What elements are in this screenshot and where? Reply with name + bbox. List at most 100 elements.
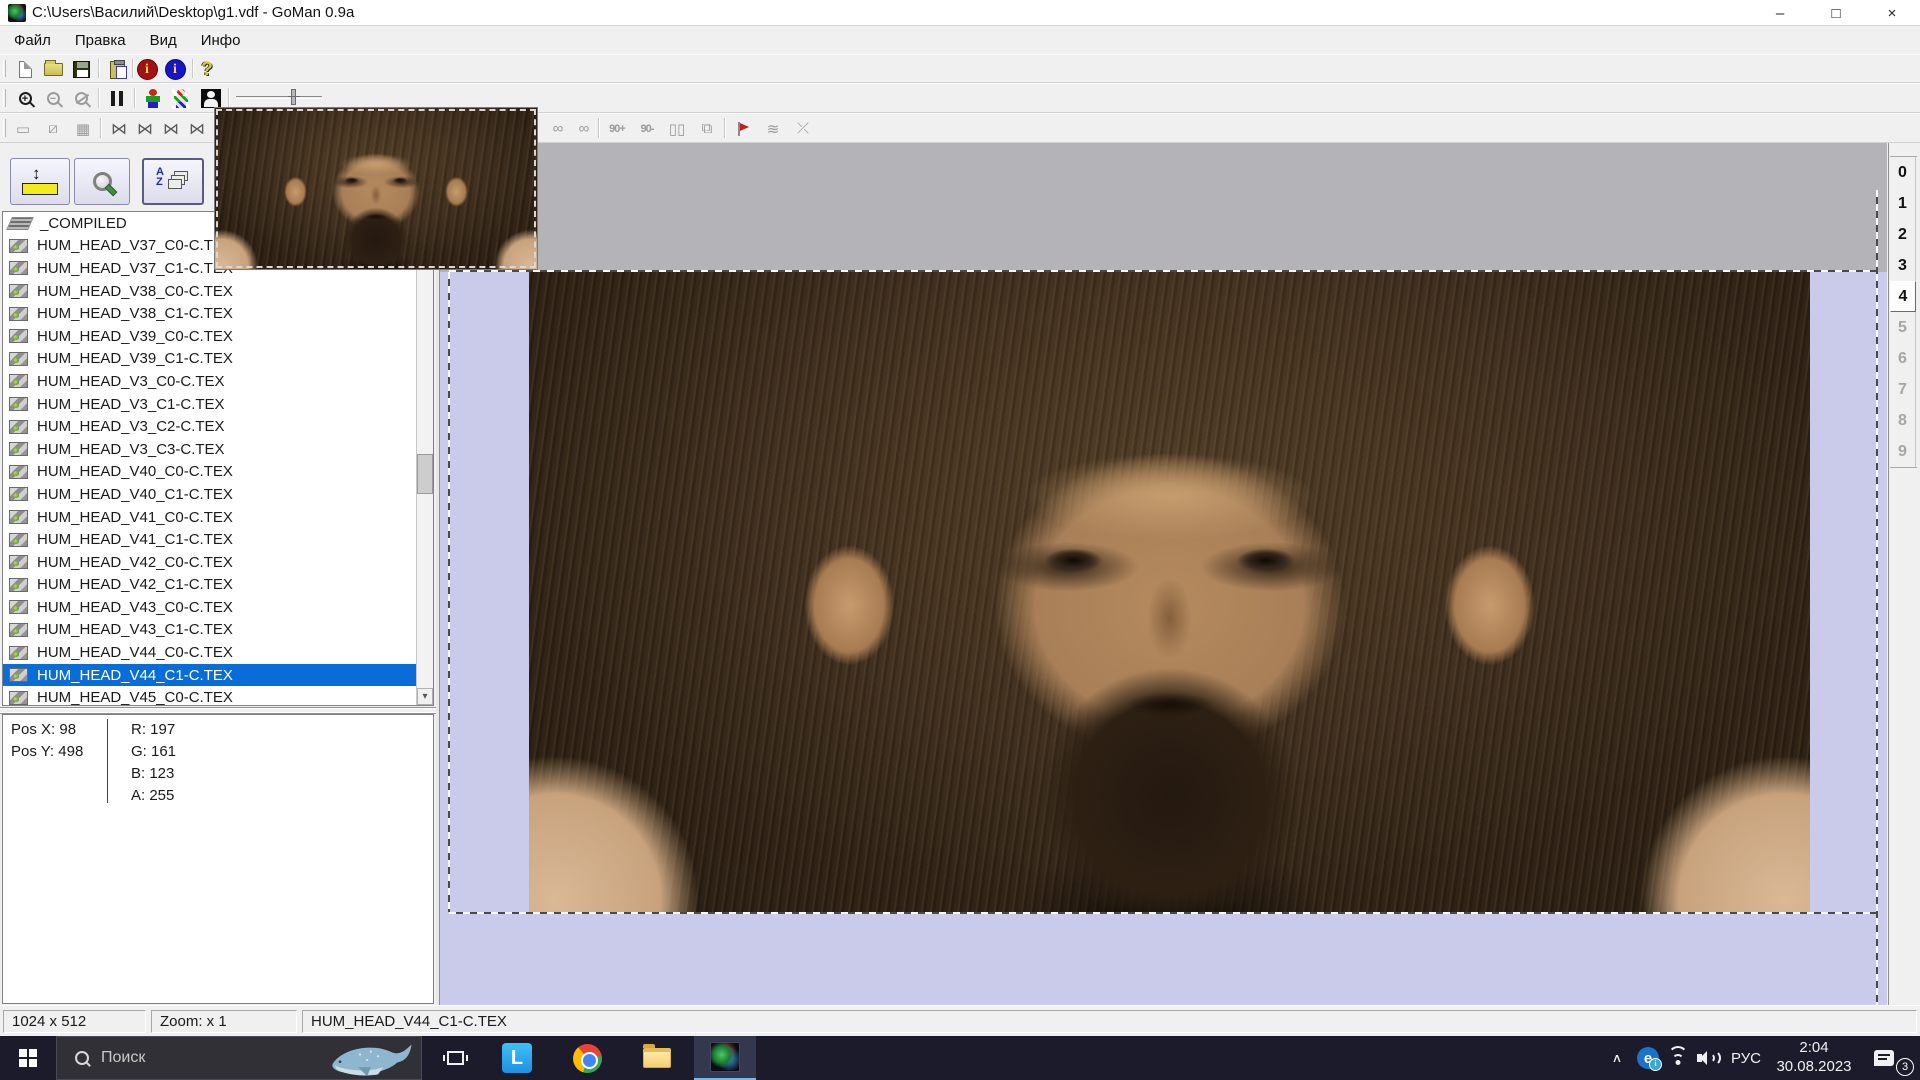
list-item[interactable]: HUM_HEAD_V39_C0-C.TEX [3, 325, 416, 348]
close-button[interactable]: × [1864, 0, 1920, 26]
height-tool-button[interactable]: ↕ [10, 158, 70, 205]
list-item-label: HUM_HEAD_V39_C0-C.TEX [37, 328, 233, 345]
selection-dash-bottom [449, 912, 1878, 914]
list-item[interactable]: HUM_HEAD_V40_C1-C.TEX [3, 483, 416, 506]
tray-volume[interactable] [1694, 1036, 1724, 1080]
mip-level-3[interactable]: 3 [1890, 250, 1916, 281]
windows-taskbar: Поиск L ∧ e РУС 2:04 30.08.2023 3 [0, 1036, 1920, 1080]
list-scrollbar[interactable]: ▴ ▾ [416, 212, 433, 705]
figure-color-icon [145, 89, 161, 108]
mip-level-1[interactable]: 1 [1890, 188, 1916, 219]
taskbar-goman-active[interactable] [694, 1036, 756, 1080]
list-item-label: HUM_HEAD_V41_C1-C.TEX [37, 531, 233, 548]
clock-date: 30.08.2023 [1776, 1058, 1851, 1077]
list-item[interactable]: HUM_HEAD_V3_C3-C.TEX [3, 438, 416, 461]
title-bar[interactable]: C:\Users\Василий\Desktop\g1.vdf - GoMan … [0, 0, 1920, 26]
menu-view[interactable]: Вид [140, 28, 187, 53]
action-center-button[interactable]: 3 [1864, 1036, 1904, 1080]
language-indicator[interactable]: РУС [1724, 1036, 1768, 1080]
transform-button-2: ⋈ [132, 116, 158, 141]
notification-badge: 3 [1896, 1058, 1914, 1076]
menu-bar: Файл Правка Вид Инфо [0, 26, 1920, 54]
list-item-label: HUM_HEAD_V38_C1-C.TEX [37, 305, 233, 322]
info-red-button[interactable]: i [134, 57, 160, 82]
texture-thumbnail[interactable] [214, 107, 538, 270]
new-button[interactable] [12, 57, 38, 82]
list-item[interactable]: HUM_HEAD_V44_C0-C.TEX [3, 641, 416, 664]
separator [98, 88, 100, 108]
flag-button[interactable] [730, 116, 756, 141]
slider-knob[interactable] [291, 89, 296, 105]
mip-level-4[interactable]: 4 [1890, 281, 1916, 312]
maximize-button[interactable]: □ [1808, 0, 1864, 26]
start-button[interactable] [0, 1036, 56, 1080]
task-view-button[interactable] [424, 1036, 486, 1080]
list-item[interactable]: HUM_HEAD_V43_C1-C.TEX [3, 619, 416, 642]
list-item-label: HUM_HEAD_V37_C1-C.TEX [37, 260, 233, 277]
list-item[interactable]: HUM_HEAD_V43_C0-C.TEX [3, 596, 416, 619]
taskbar-app-l[interactable]: L [486, 1036, 548, 1080]
list-item[interactable]: HUM_HEAD_V3_C1-C.TEX [3, 393, 416, 416]
texture-image[interactable] [529, 272, 1810, 913]
open-button[interactable] [40, 57, 66, 82]
list-item-label: HUM_HEAD_V42_C0-C.TEX [37, 554, 233, 571]
panel-splitter[interactable] [0, 707, 436, 714]
info-divider [107, 719, 108, 803]
bowtie-icon: ⋈ [111, 119, 127, 139]
list-item[interactable]: HUM_HEAD_V3_C2-C.TEX [3, 415, 416, 438]
rotate-ccw-button: 90- [634, 116, 660, 141]
mip-level-2[interactable]: 2 [1890, 219, 1916, 250]
texture-file-icon [9, 397, 28, 411]
sort-az-button[interactable]: AZ [142, 158, 204, 205]
tray-expand-button[interactable]: ∧ [1604, 1036, 1630, 1080]
search-tool-button[interactable] [74, 158, 130, 205]
mip-ruler-strip: 0123456789 [1888, 143, 1920, 1005]
view-figure-button[interactable] [140, 86, 166, 111]
info-blue-button[interactable]: i [162, 57, 188, 82]
paste-button[interactable] [104, 57, 130, 82]
pause-button[interactable] [104, 86, 130, 111]
zoom-in-button[interactable]: + [12, 86, 38, 111]
list-item-label: HUM_HEAD_V39_C1-C.TEX [37, 350, 233, 367]
menu-info[interactable]: Инфо [191, 28, 251, 53]
list-item[interactable]: HUM_HEAD_V45_C0-C.TEX [3, 686, 416, 706]
texture-file-icon [9, 533, 28, 547]
list-item[interactable]: HUM_HEAD_V41_C0-C.TEX [3, 506, 416, 529]
list-item[interactable]: HUM_HEAD_V38_C1-C.TEX [3, 302, 416, 325]
status-bar: 1024 x 512 Zoom: x 1 HUM_HEAD_V44_C1-C.T… [0, 1005, 1920, 1036]
list-item-label: HUM_HEAD_V37_C0-C.TEX [37, 237, 233, 254]
tray-network[interactable] [1664, 1036, 1692, 1080]
clock[interactable]: 2:04 30.08.2023 [1772, 1036, 1856, 1080]
list-item[interactable]: HUM_HEAD_V39_C1-C.TEX [3, 348, 416, 371]
scroll-down-arrow[interactable]: ▾ [417, 688, 433, 705]
list-item[interactable]: HUM_HEAD_V38_C0-C.TEX [3, 280, 416, 303]
minimize-button[interactable]: – [1752, 0, 1808, 26]
save-button[interactable] [68, 57, 94, 82]
list-item[interactable]: HUM_HEAD_V42_C1-C.TEX [3, 574, 416, 597]
list-item-label: HUM_HEAD_V41_C0-C.TEX [37, 509, 233, 526]
toolbar-grip [3, 89, 6, 107]
view-figure-alpha-button[interactable] [168, 86, 194, 111]
scrollbar-thumb[interactable] [417, 454, 433, 494]
taskbar-chrome[interactable] [556, 1036, 618, 1080]
taskbar-search[interactable]: Поиск [56, 1036, 422, 1080]
list-item[interactable]: HUM_HEAD_V3_C0-C.TEX [3, 370, 416, 393]
menu-file[interactable]: Файл [4, 28, 61, 53]
list-item-label: HUM_HEAD_V45_C0-C.TEX [37, 689, 233, 706]
texture-file-icon [9, 646, 28, 660]
list-item[interactable]: HUM_HEAD_V40_C0-C.TEX [3, 461, 416, 484]
mip-level-0[interactable]: 0 [1890, 157, 1916, 188]
list-item[interactable]: HUM_HEAD_V41_C1-C.TEX [3, 528, 416, 551]
slider-track [236, 96, 322, 99]
select-rect-icon: ▭ [16, 120, 30, 138]
help-button[interactable]: ? [194, 57, 220, 82]
texture-file-icon [9, 555, 28, 569]
canvas-top-band [440, 143, 1887, 272]
taskbar-explorer[interactable] [626, 1036, 688, 1080]
menu-edit[interactable]: Правка [65, 28, 136, 53]
list-item[interactable]: HUM_HEAD_V44_C1-C.TEX [3, 664, 416, 687]
list-item-label: HUM_HEAD_V40_C1-C.TEX [37, 486, 233, 503]
mip-level-9: 9 [1890, 436, 1916, 467]
tray-antivirus[interactable]: e [1634, 1036, 1662, 1080]
list-item[interactable]: HUM_HEAD_V42_C0-C.TEX [3, 551, 416, 574]
